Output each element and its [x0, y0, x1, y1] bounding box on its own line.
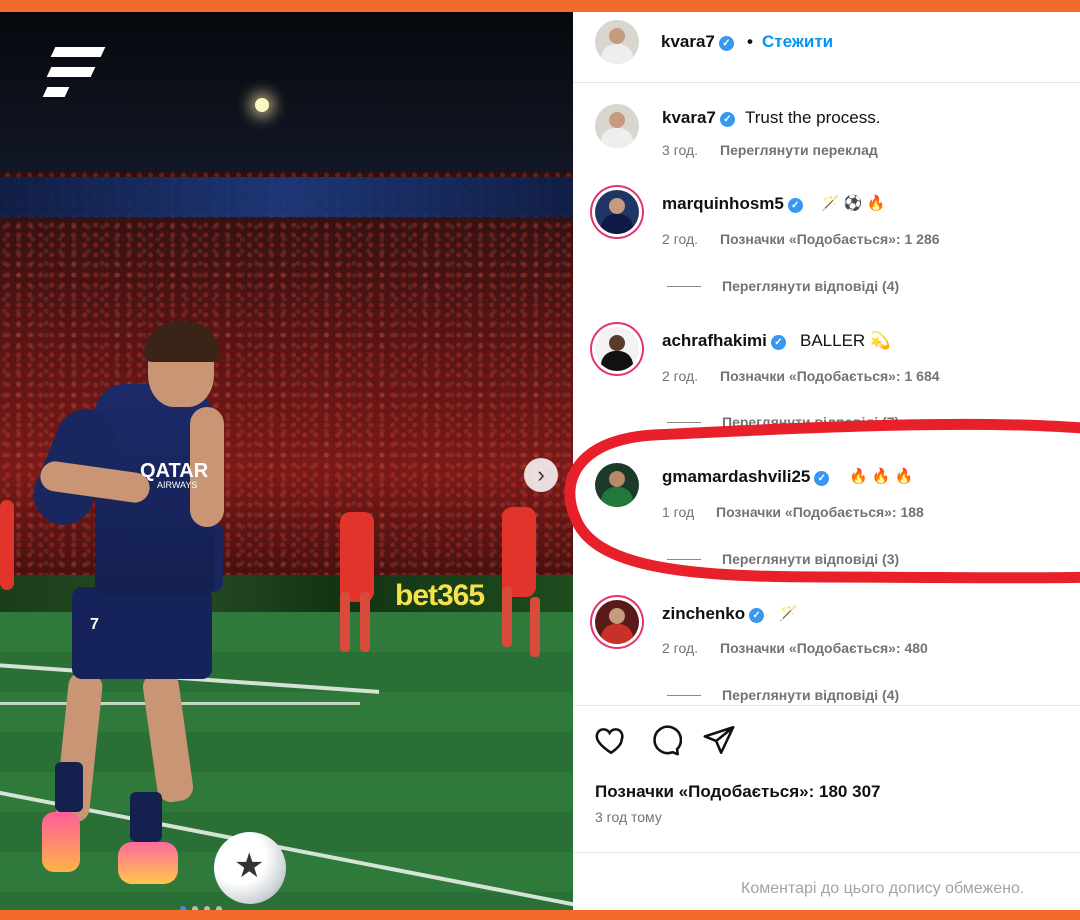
avatar[interactable]: [595, 600, 639, 644]
comment-time: 2 год.: [662, 231, 699, 247]
bg-player-leg: [360, 592, 370, 652]
comment-text: BALLER 💫: [800, 331, 892, 350]
verified-icon: ✓: [718, 36, 734, 51]
see-translation-link[interactable]: Переглянути переклад: [720, 142, 878, 158]
shirt-number: 7: [90, 616, 99, 633]
comment-likes[interactable]: Позначки «Подобається»: 1 684: [720, 368, 940, 384]
post-author[interactable]: kvara7 ✓: [661, 32, 734, 52]
avatar[interactable]: [595, 20, 639, 64]
comment-author[interactable]: marquinhosm5 ✓: [662, 194, 803, 214]
username-text: kvara7: [662, 108, 716, 127]
bg-player: [340, 512, 374, 602]
footer-divider: [573, 852, 1080, 853]
player-boot: [42, 812, 80, 872]
bottom-accent-strip: [0, 910, 1080, 920]
actions-divider: [573, 705, 1080, 706]
bg-player-leg: [530, 597, 540, 657]
avatar[interactable]: [595, 104, 639, 148]
username-text: achrafhakimi: [662, 331, 767, 350]
username-text: marquinhosm5: [662, 194, 784, 213]
username-text: zinchenko: [662, 604, 746, 623]
separator-dot: •: [747, 32, 753, 51]
player-boot: [118, 842, 178, 884]
bg-player: [502, 507, 536, 597]
caption-time: 3 год.: [662, 142, 699, 158]
verified-icon: ✓: [787, 198, 803, 213]
player-sock: [55, 762, 83, 812]
username-text: kvara7: [661, 32, 715, 51]
photo-crowd: [0, 172, 573, 602]
verified-icon: ✓: [719, 112, 735, 127]
comment-icon[interactable]: [648, 723, 682, 757]
comment-author[interactable]: zinchenko ✓: [662, 604, 765, 624]
shirt-sponsor-sub: AIRWAYS: [157, 480, 198, 490]
avatar[interactable]: [595, 190, 639, 234]
photo-banner: [0, 177, 573, 217]
caption-text: Trust the process.: [745, 108, 881, 127]
heart-icon[interactable]: [594, 723, 628, 757]
chevron-right-icon[interactable]: ›: [524, 458, 558, 492]
football: [214, 832, 286, 904]
post-likes-count[interactable]: Позначки «Подобається»: 180 307: [595, 782, 880, 802]
comment-text: 🪄: [779, 605, 798, 622]
comment-author[interactable]: achrafhakimi ✓: [662, 331, 786, 351]
verified-icon: ✓: [770, 335, 786, 350]
verified-icon: ✓: [749, 608, 765, 623]
bg-player-leg: [340, 592, 350, 652]
view-replies-link[interactable]: Переглянути відповіді (4): [666, 687, 899, 703]
top-accent-strip: [0, 0, 1080, 12]
share-icon[interactable]: [702, 723, 736, 757]
post-header: kvara7 ✓ • Стежити: [573, 12, 1080, 83]
comment-time: 2 год.: [662, 368, 699, 384]
view-replies-link[interactable]: Переглянути відповіді (4): [666, 278, 899, 294]
photo-floodlight: [255, 98, 269, 112]
bg-player-leg: [502, 587, 512, 647]
avatar[interactable]: [595, 327, 639, 371]
comment-likes[interactable]: Позначки «Подобається»: 1 286: [720, 231, 940, 247]
player-sock: [130, 792, 162, 842]
ad-text: bet365: [395, 579, 485, 612]
comments-panel: kvara7 ✓ • Стежити kvara7 ✓ Trust the proc…: [564, 12, 1080, 910]
post-time: 3 год тому: [595, 809, 662, 825]
comment-time: 2 год.: [662, 640, 699, 656]
highlight-circle: [564, 418, 1080, 584]
comment-likes[interactable]: Позначки «Подобається»: 480: [720, 640, 928, 656]
comment-text: 🪄 ⚽ 🔥: [821, 195, 886, 212]
follow-button[interactable]: Стежити: [762, 32, 833, 52]
brand-logo-icon: [42, 45, 106, 101]
bg-player: [0, 500, 14, 590]
post-photo[interactable]: bet365 QATAR AIRWAYS 7 ›: [0, 12, 573, 910]
caption-author[interactable]: kvara7 ✓: [662, 108, 735, 128]
comments-restricted-note: Коментарі до цього допису обмежено.: [741, 880, 1025, 897]
